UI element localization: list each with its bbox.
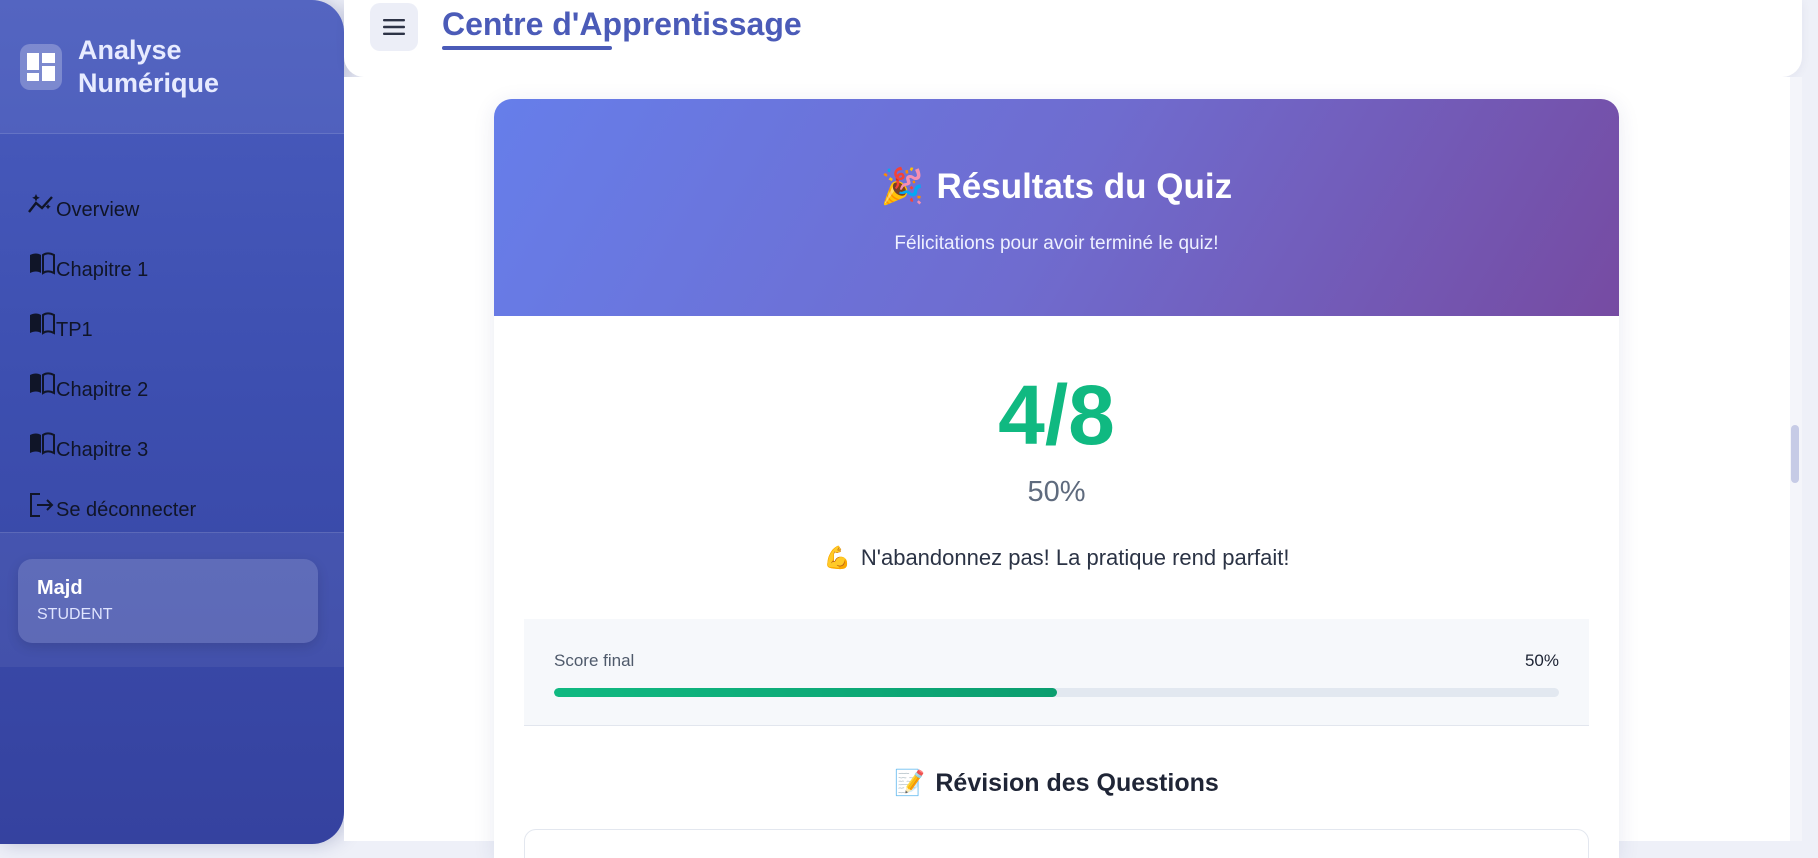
sidebar-item-chapitre-3[interactable]: Chapitre 3 (0, 404, 344, 464)
sidebar-item-label: Chapitre 1 (56, 259, 149, 281)
quiz-title-text: Résultats du Quiz (936, 166, 1233, 206)
book-icon (28, 312, 56, 340)
score-progress-bar (554, 688, 1559, 697)
sidebar-item-overview[interactable]: Overview (0, 164, 344, 224)
user-card[interactable]: Majd STUDENT (18, 559, 318, 643)
quiz-title: 🎉 Résultats du Quiz (494, 99, 1619, 207)
final-score-value: 50% (1524, 651, 1559, 670)
brand[interactable]: Analyse Numérique (0, 0, 344, 134)
score-progress-fill (554, 688, 1057, 697)
score-percent: 50% (1027, 476, 1086, 508)
page-title: Centre d'Apprentissage (442, 6, 802, 42)
final-score-label: Score final (554, 651, 635, 670)
top-header: Centre d'Apprentissage (344, 0, 1802, 77)
sidebar-item-label: Chapitre 2 (56, 379, 149, 401)
final-score-panel: Score final 50% (524, 619, 1589, 726)
motivation-text: N'abandonnez pas! La pratique rend parfa… (860, 545, 1290, 570)
menu-toggle-button[interactable] (370, 3, 418, 51)
sidebar-item-label: Se déconnecter (56, 499, 197, 521)
sidebar-item-label: Overview (56, 199, 140, 221)
score-value: 4/8 (998, 368, 1115, 462)
memo-icon: 📝 (894, 769, 926, 797)
quiz-subtitle: Félicitations pour avoir terminé le quiz… (894, 233, 1219, 254)
sidebar-item-label: TP1 (56, 319, 93, 341)
question-review-card[interactable] (524, 829, 1589, 858)
quiz-results-header: 🎉 Résultats du Quiz Félicitations pour a… (494, 99, 1619, 316)
sidebar-item-label: Chapitre 3 (56, 439, 149, 461)
sidebar-item-chapitre-1[interactable]: Chapitre 1 (0, 224, 344, 284)
review-title: 📝 Révision des Questions (494, 769, 1619, 798)
title-underline (442, 46, 612, 50)
user-section: Majd STUDENT (0, 532, 344, 667)
flexed-biceps-icon: 💪 (823, 545, 851, 570)
brand-title: Analyse Numérique (78, 34, 220, 98)
logout-icon (28, 492, 56, 520)
dashboard-icon (20, 43, 62, 90)
quiz-results-card: 🎉 Résultats du Quiz Félicitations pour a… (494, 99, 1619, 858)
book-icon (28, 432, 56, 460)
party-popper-icon: 🎉 (880, 167, 925, 206)
hamburger-icon (383, 19, 405, 35)
book-icon (28, 372, 56, 400)
sidebar-nav: Overview Chapitre 1 TP1 Chapitre 2 Chapi… (0, 134, 344, 524)
chart-line-icon (28, 192, 56, 220)
review-title-text: Révision des Questions (935, 769, 1219, 797)
sidebar-item-logout[interactable]: Se déconnecter (0, 464, 344, 524)
sidebar-item-tp1[interactable]: TP1 (0, 284, 344, 344)
user-role: STUDENT (37, 606, 113, 623)
motivation-message: 💪 N'abandonnez pas! La pratique rend par… (494, 545, 1619, 571)
user-name: Majd (37, 577, 83, 599)
book-icon (28, 252, 56, 280)
sidebar-item-chapitre-2[interactable]: Chapitre 2 (0, 344, 344, 404)
scrollbar-thumb[interactable] (1791, 425, 1799, 483)
sidebar: Analyse Numérique Overview Chapitre 1 TP… (0, 0, 344, 844)
